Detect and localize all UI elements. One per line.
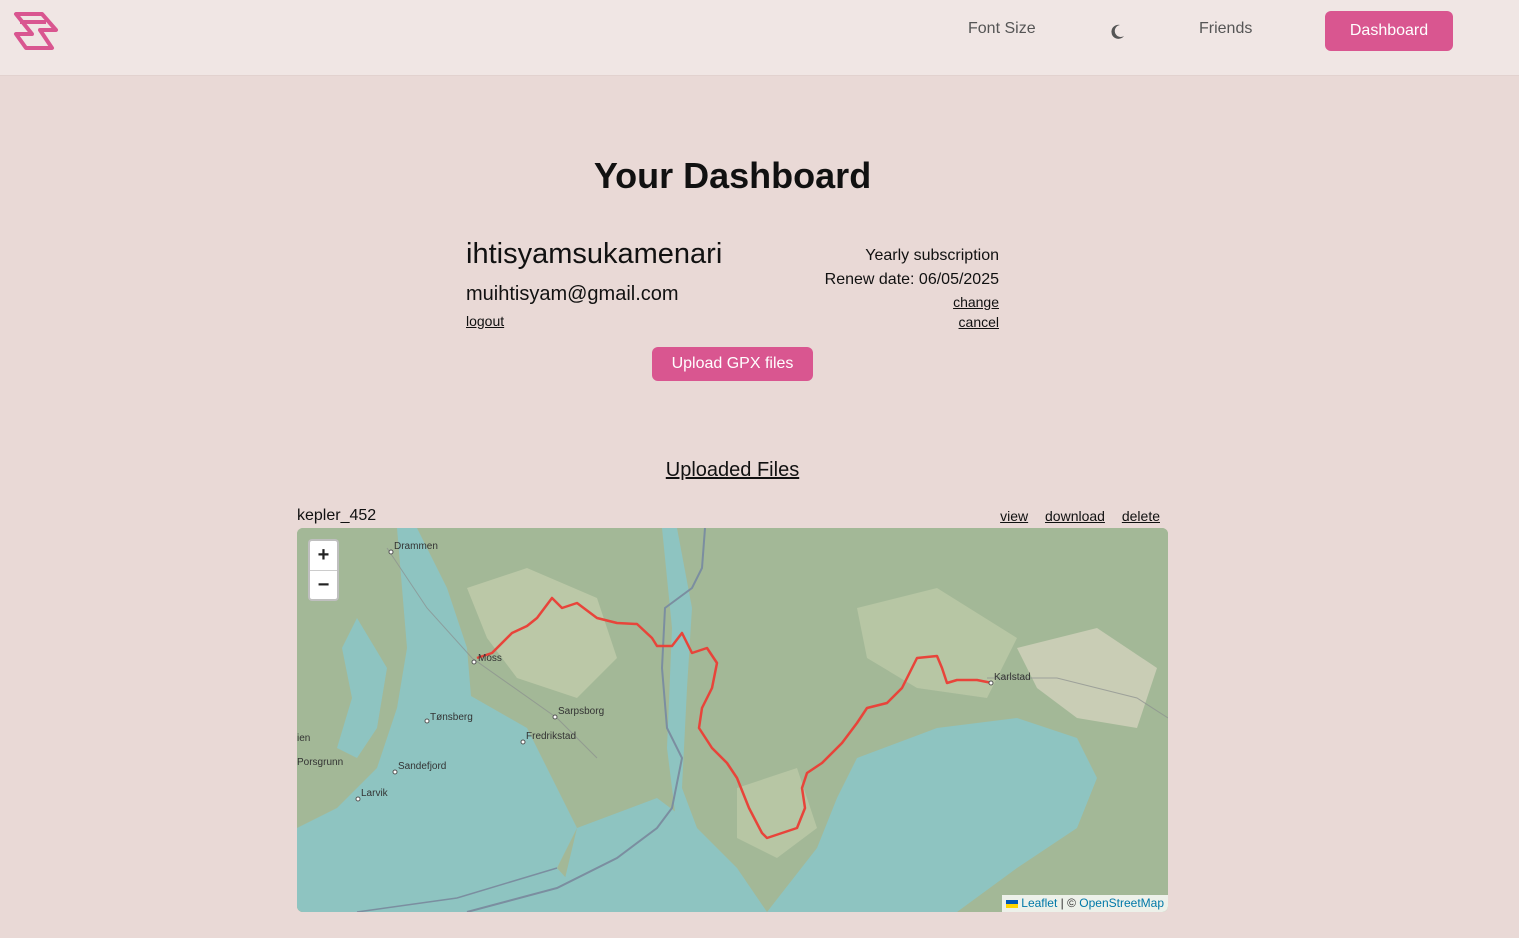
upload-gpx-button[interactable]: Upload GPX files xyxy=(652,347,813,381)
page-title: Your Dashboard xyxy=(593,155,872,196)
place-label: Moss xyxy=(478,653,502,664)
place-label: ien xyxy=(297,733,310,744)
place-label: Sarpsborg xyxy=(558,706,604,717)
file-name: kepler_452 xyxy=(297,507,377,524)
dashboard-button[interactable]: Dashboard xyxy=(1325,11,1453,51)
zoom-control: + − xyxy=(308,539,339,601)
subscription-plan: Yearly subscription xyxy=(865,247,999,264)
zoom-out-button[interactable]: − xyxy=(310,571,337,600)
ukraine-flag-icon xyxy=(1006,899,1019,908)
delete-file-link[interactable]: delete xyxy=(1122,508,1160,524)
view-file-link[interactable]: view xyxy=(1000,508,1028,524)
place-label: Fredrikstad xyxy=(526,731,576,742)
cancel-subscription-link[interactable]: cancel xyxy=(959,314,999,330)
top-navbar: Font Size Friends Dashboard xyxy=(0,0,1519,76)
place-label: Porsgrunn xyxy=(297,757,343,768)
moon-icon[interactable] xyxy=(1108,23,1126,41)
username: ihtisyamsukamenari xyxy=(466,238,723,270)
download-file-link[interactable]: download xyxy=(1045,508,1105,524)
place-label: Drammen xyxy=(394,541,438,552)
uploaded-files-heading: Uploaded Files xyxy=(665,459,800,481)
attribution-separator: | © xyxy=(1060,896,1076,910)
brand-logo[interactable] xyxy=(12,12,60,50)
user-email: muihtisyam@gmail.com xyxy=(466,283,679,305)
route-map[interactable]: Drammen Moss Tønsberg Sarpsborg Fredriks… xyxy=(297,528,1168,912)
leaflet-link[interactable]: Leaflet xyxy=(1021,896,1057,910)
renew-date: Renew date: 06/05/2025 xyxy=(824,271,999,288)
logout-link[interactable]: logout xyxy=(466,313,504,329)
zoom-in-button[interactable]: + xyxy=(310,541,337,571)
file-actions: view download delete xyxy=(987,508,1160,524)
place-label: Tønsberg xyxy=(430,712,473,723)
place-label: Karlstad xyxy=(994,672,1031,683)
openstreetmap-link[interactable]: OpenStreetMap xyxy=(1079,896,1164,910)
change-subscription-link[interactable]: change xyxy=(953,294,999,310)
map-attribution: Leaflet | © OpenStreetMap xyxy=(1002,895,1168,912)
font-size-button[interactable]: Font Size xyxy=(968,20,1036,38)
place-label: Larvik xyxy=(361,788,389,799)
map-tiles: Drammen Moss Tønsberg Sarpsborg Fredriks… xyxy=(297,528,1168,912)
friends-link[interactable]: Friends xyxy=(1199,20,1252,38)
place-label: Sandefjord xyxy=(398,761,446,772)
